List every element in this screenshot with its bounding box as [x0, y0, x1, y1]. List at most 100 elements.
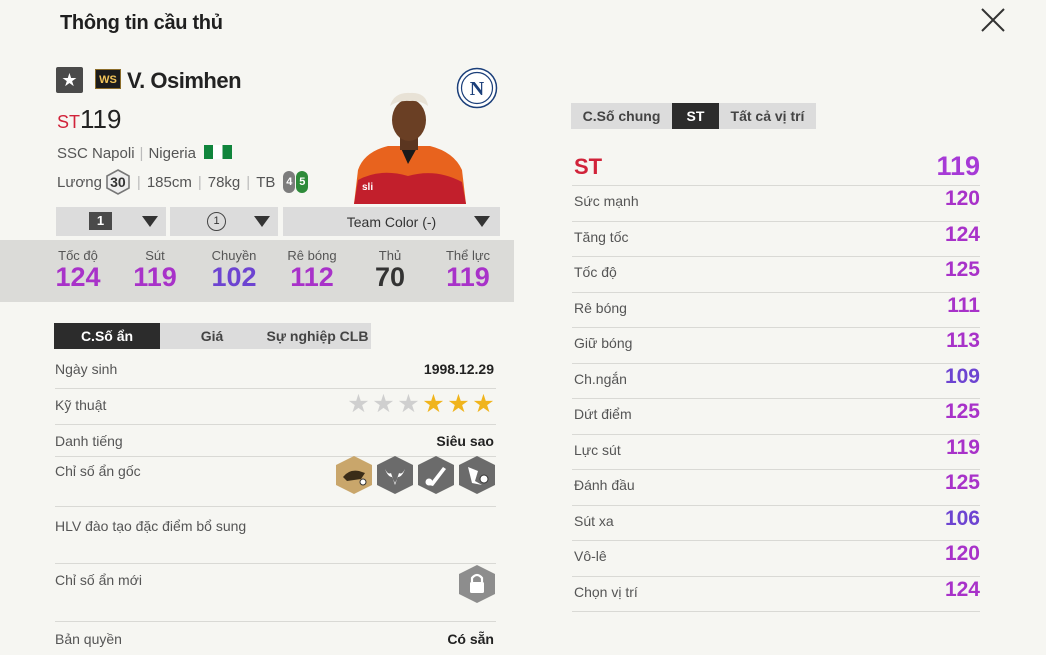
traits-label: Chỉ số ẩn gốc — [55, 463, 141, 479]
rank-dropdown[interactable]: 1 — [170, 207, 278, 236]
tab-price[interactable]: Giá — [160, 323, 264, 349]
detail-stat-row: Lực sút 119 — [572, 435, 980, 470]
svg-text:sli: sli — [362, 182, 373, 193]
detail-stat-label: Tăng tốc — [574, 228, 629, 245]
speed-trait-icon[interactable] — [335, 455, 373, 495]
detail-stat-label: Sút xa — [574, 512, 614, 529]
trait-icons — [335, 455, 496, 495]
tab-position-st[interactable]: ST — [672, 103, 719, 129]
position-rating-row: ST 119 — [572, 150, 980, 186]
tab-general-stats[interactable]: C.Số chung — [571, 103, 672, 129]
player-name: V. Osimhen — [127, 68, 242, 93]
detail-stat-label: Ch.ngắn — [574, 370, 627, 387]
fame-label: Danh tiếng — [55, 433, 123, 449]
info-row-dob: Ngày sinh 1998.12.29 — [55, 361, 496, 389]
team-color-value: Team Color (-) — [346, 213, 437, 230]
right-tabs: C.Số chung ST Tất cả vị trí — [571, 103, 816, 129]
right-foot-badge: 5 — [296, 171, 309, 193]
stat-value: 119 — [446, 262, 490, 292]
info-row-traits: Chỉ số ẩn gốc — [55, 456, 496, 507]
star-filled-icon: ★ — [422, 390, 445, 418]
stat-value: 112 — [290, 262, 334, 292]
weight-value: 78kg — [207, 173, 241, 191]
detail-stat-label: Lực sút — [574, 441, 621, 458]
license-label: Bản quyền — [55, 631, 122, 647]
salary-value: 30 — [110, 174, 126, 190]
coach-label: HLV đào tạo đặc điểm bổ sung — [55, 518, 247, 534]
detail-stat-row: Tăng tốc 124 — [572, 222, 980, 257]
detail-stat-row: Sức mạnh 120 — [572, 186, 980, 222]
chevron-down-icon — [142, 216, 158, 227]
chevron-down-icon — [254, 216, 270, 227]
favorite-star-button[interactable]: ★ — [56, 67, 83, 93]
detail-stat-value: 119 — [946, 435, 980, 459]
detail-stat-value: 106 — [944, 506, 980, 530]
lock-icon[interactable] — [458, 564, 496, 604]
detail-stat-label: Giữ bóng — [574, 335, 633, 351]
main-stats-bar: Tốc độ 124 Sút 119 Chuyền 102 Rê bóng 11… — [0, 240, 514, 302]
stat-value: 119 — [133, 262, 177, 292]
stat-label: Sút — [145, 248, 165, 263]
tab-club-career[interactable]: Sự nghiệp CLB — [264, 323, 371, 349]
dribble-trait-icon[interactable] — [458, 455, 496, 495]
close-icon — [981, 8, 1005, 32]
detail-stat-row: Chọn vị trí 124 — [572, 577, 980, 612]
detail-stat-row: Tốc độ 125 — [572, 257, 980, 293]
club-name: SSC Napoli — [57, 145, 135, 162]
bull-trait-icon[interactable] — [376, 455, 414, 495]
stat-label: Thể lực — [445, 248, 491, 263]
detail-stat-row: Sút xa 106 — [572, 506, 980, 541]
detail-stat-value: 125 — [944, 471, 980, 494]
stat-value: 70 — [374, 262, 406, 292]
long-shot-trait-icon[interactable] — [417, 455, 455, 495]
stat-label: Thủ — [378, 248, 402, 263]
stat-value: 124 — [55, 262, 101, 292]
stat-value: 102 — [211, 262, 257, 292]
detail-stat-label: Vô-lê — [574, 548, 607, 564]
detail-stat-row: Giữ bóng 113 — [572, 328, 980, 364]
team-color-dropdown[interactable]: Team Color (-) — [283, 207, 500, 236]
season-badge: WS — [95, 69, 121, 89]
detail-stat-value: 113 — [946, 329, 980, 352]
detail-stat-row: Vô-lê 120 — [572, 541, 980, 577]
detail-stat-value: 124 — [944, 577, 980, 601]
close-button[interactable] — [978, 5, 1008, 35]
dob-label: Ngày sinh — [55, 361, 118, 377]
info-row-fame: Danh tiếng Siêu sao — [55, 433, 496, 457]
level-dropdown[interactable]: 1 — [56, 207, 166, 236]
star-empty-icon: ★ — [372, 390, 395, 418]
tab-hidden-stats[interactable]: C.Số ẩn — [54, 323, 160, 349]
page-title: Thông tin cầu thủ — [60, 12, 223, 34]
rank-value: 1 — [207, 212, 226, 231]
star-empty-icon: ★ — [347, 390, 370, 418]
stat-dribbling: Rê bóng 112 — [274, 248, 350, 291]
detail-stat-value: 111 — [947, 293, 980, 317]
tab-all-positions[interactable]: Tất cả vị trí — [719, 103, 816, 129]
detail-stat-label: Sức mạnh — [574, 193, 639, 209]
new-traits-label: Chỉ số ẩn mới — [55, 572, 142, 588]
left-foot-badge: 4 — [283, 171, 296, 193]
svg-text:N: N — [470, 78, 485, 100]
detail-stat-value: 120 — [944, 542, 980, 565]
position-rating-value: 119 — [936, 151, 980, 181]
detail-stat-label: Đánh đầu — [574, 477, 635, 493]
nation-name: Nigeria — [148, 145, 196, 162]
chevron-down-icon — [474, 216, 490, 227]
body-type-value: TB — [256, 173, 276, 191]
skill-label: Kỹ thuật — [55, 397, 107, 413]
detail-stat-value: 125 — [944, 258, 980, 281]
star-filled-icon: ★ — [447, 390, 470, 418]
detail-stat-row: Đánh đầu 125 — [572, 470, 980, 506]
nigeria-flag-icon — [203, 145, 232, 159]
info-row-coach: HLV đào tạo đặc điểm bổ sung — [55, 518, 496, 564]
star-filled-icon: ★ — [472, 390, 495, 418]
info-row-new-traits: Chỉ số ẩn mới — [55, 565, 496, 622]
stat-label: Chuyền — [211, 248, 257, 263]
star-empty-icon: ★ — [397, 390, 420, 418]
detail-stat-row: Dứt điểm 125 — [572, 399, 980, 435]
stat-physical: Thể lực 119 — [430, 248, 506, 291]
left-tabs: C.Số ẩn Giá Sự nghiệp CLB — [54, 323, 371, 349]
detail-stat-label: Tốc độ — [574, 264, 617, 280]
detail-stat-label: Chọn vị trí — [574, 583, 638, 600]
stat-shooting: Sút 119 — [117, 248, 193, 291]
